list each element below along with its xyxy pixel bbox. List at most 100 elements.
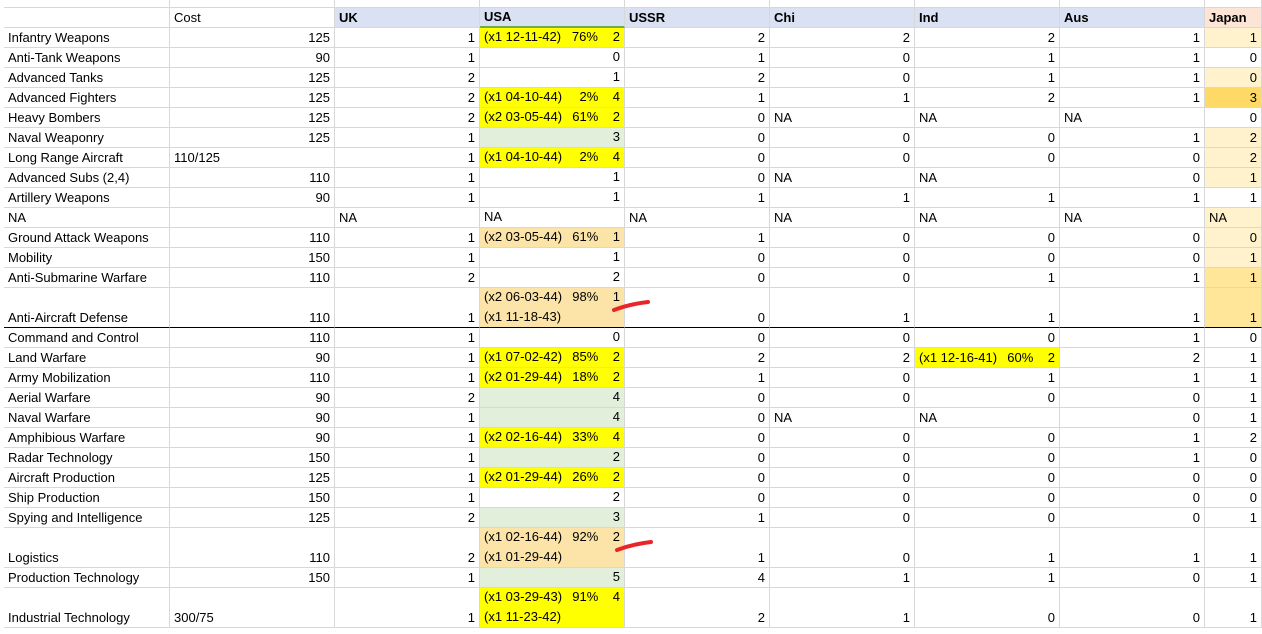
cell-ussr-row-18[interactable]: 0 [625,408,770,428]
cell-name-row-24[interactable]: Logistics [4,528,170,568]
cell-name-row-1[interactable]: Anti-Tank Weapons [4,48,170,68]
hidden-header-row[interactable] [170,0,335,8]
cell-name-row-14[interactable]: Command and Control [4,328,170,348]
cell-chi-row-19[interactable]: 0 [770,428,915,448]
cell-uk-row-12[interactable]: 2 [335,268,480,288]
cell-uk-row-6[interactable]: 1 [335,148,480,168]
cell-uk-row-8[interactable]: 1 [335,188,480,208]
cell-name-row-2[interactable]: Advanced Tanks [4,68,170,88]
cell-ussr-row-2[interactable]: 2 [625,68,770,88]
column-header-ussr[interactable]: USSR [625,8,770,28]
cell-chi-row-1[interactable]: 0 [770,48,915,68]
cell-ussr-row-15[interactable]: 2 [625,348,770,368]
cell-japan-row-9[interactable]: NA [1205,208,1262,228]
cell-cost-row-13[interactable]: 110 [170,288,335,328]
cell-aus-row-8[interactable]: 1 [1060,188,1205,208]
cell-ind-row-26[interactable]: 0 [915,588,1060,628]
cell-uk-row-24[interactable]: 2 [335,528,480,568]
cell-usa-row-0[interactable]: (x1 12-11-42) 76% 2 [480,28,625,48]
cell-aus-row-5[interactable]: 1 [1060,128,1205,148]
cell-japan-row-10[interactable]: 0 [1205,228,1262,248]
cell-cost-row-16[interactable]: 110 [170,368,335,388]
cell-chi-row-15[interactable]: 2 [770,348,915,368]
hidden-header-row[interactable] [770,0,915,8]
hidden-header-row[interactable] [480,0,625,8]
cell-ussr-row-9[interactable]: NA [625,208,770,228]
cell-uk-row-20[interactable]: 1 [335,448,480,468]
cell-ind-row-8[interactable]: 1 [915,188,1060,208]
cell-aus-row-23[interactable]: 0 [1060,508,1205,528]
cell-cost-row-1[interactable]: 90 [170,48,335,68]
cell-japan-row-1[interactable]: 0 [1205,48,1262,68]
cell-cost-row-6[interactable]: 110/125 [170,148,335,168]
cell-usa-row-2[interactable]: 1 [480,68,625,88]
cell-usa-row-25[interactable]: 5 [480,568,625,588]
cell-usa-row-14[interactable]: 0 [480,328,625,348]
cell-cost-row-23[interactable]: 125 [170,508,335,528]
cell-chi-row-26[interactable]: 1 [770,588,915,628]
cell-aus-row-19[interactable]: 1 [1060,428,1205,448]
cell-name-row-25[interactable]: Production Technology [4,568,170,588]
cell-name-row-22[interactable]: Ship Production [4,488,170,508]
cell-uk-row-7[interactable]: 1 [335,168,480,188]
cell-ussr-row-4[interactable]: 0 [625,108,770,128]
cell-ind-row-10[interactable]: 0 [915,228,1060,248]
cell-japan-row-12[interactable]: 1 [1205,268,1262,288]
cell-ussr-row-1[interactable]: 1 [625,48,770,68]
cell-usa-row-19[interactable]: (x2 02-16-44) 33% 4 [480,428,625,448]
cell-usa-row-10[interactable]: (x2 03-05-44) 61% 1 [480,228,625,248]
cell-ussr-row-20[interactable]: 0 [625,448,770,468]
cell-chi-row-14[interactable]: 0 [770,328,915,348]
cell-japan-row-14[interactable]: 0 [1205,328,1262,348]
cell-usa-row-5[interactable]: 3 [480,128,625,148]
cell-ind-row-9[interactable]: NA [915,208,1060,228]
cell-ind-row-7[interactable]: NA [915,168,1060,188]
cell-uk-row-10[interactable]: 1 [335,228,480,248]
cell-chi-row-12[interactable]: 0 [770,268,915,288]
cell-usa-row-4[interactable]: (x2 03-05-44) 61% 2 [480,108,625,128]
cell-uk-row-11[interactable]: 1 [335,248,480,268]
cell-ind-row-17[interactable]: 0 [915,388,1060,408]
cell-chi-row-23[interactable]: 0 [770,508,915,528]
cell-cost-row-18[interactable]: 90 [170,408,335,428]
cell-ussr-row-13[interactable]: 0 [625,288,770,328]
cell-uk-row-19[interactable]: 1 [335,428,480,448]
cell-aus-row-21[interactable]: 0 [1060,468,1205,488]
cell-japan-row-23[interactable]: 1 [1205,508,1262,528]
cell-ind-row-15[interactable]: (x1 12-16-41) 60% 2 [915,348,1060,368]
cell-ind-row-1[interactable]: 1 [915,48,1060,68]
cell-ind-row-14[interactable]: 0 [915,328,1060,348]
cell-ind-row-16[interactable]: 1 [915,368,1060,388]
cell-uk-row-3[interactable]: 2 [335,88,480,108]
cell-name-row-0[interactable]: Infantry Weapons [4,28,170,48]
cell-ussr-row-16[interactable]: 1 [625,368,770,388]
cell-ind-row-2[interactable]: 1 [915,68,1060,88]
cell-chi-row-4[interactable]: NA [770,108,915,128]
cell-chi-row-21[interactable]: 0 [770,468,915,488]
cell-ussr-row-26[interactable]: 2 [625,588,770,628]
cell-ussr-row-25[interactable]: 4 [625,568,770,588]
cell-japan-row-5[interactable]: 2 [1205,128,1262,148]
cell-uk-row-15[interactable]: 1 [335,348,480,368]
cell-ind-row-4[interactable]: NA [915,108,1060,128]
cell-aus-row-1[interactable]: 1 [1060,48,1205,68]
cell-cost-row-12[interactable]: 110 [170,268,335,288]
hidden-header-row[interactable] [625,0,770,8]
cell-uk-row-1[interactable]: 1 [335,48,480,68]
cell-cost-row-26[interactable]: 300/75 [170,588,335,628]
cell-japan-row-0[interactable]: 1 [1205,28,1262,48]
cell-usa-row-22[interactable]: 2 [480,488,625,508]
cell-japan-row-3[interactable]: 3 [1205,88,1262,108]
hidden-header-row[interactable] [915,0,1060,8]
cell-usa-row-17[interactable]: 4 [480,388,625,408]
cell-usa-row-6[interactable]: (x1 04-10-44) 2% 4 [480,148,625,168]
cell-name-row-8[interactable]: Artillery Weapons [4,188,170,208]
cell-ussr-row-19[interactable]: 0 [625,428,770,448]
cell-aus-row-16[interactable]: 1 [1060,368,1205,388]
cell-uk-row-4[interactable]: 2 [335,108,480,128]
cell-aus-row-3[interactable]: 1 [1060,88,1205,108]
cell-uk-row-16[interactable]: 1 [335,368,480,388]
cell-cost-row-10[interactable]: 110 [170,228,335,248]
cell-chi-row-25[interactable]: 1 [770,568,915,588]
column-header-aus[interactable]: Aus [1060,8,1205,28]
